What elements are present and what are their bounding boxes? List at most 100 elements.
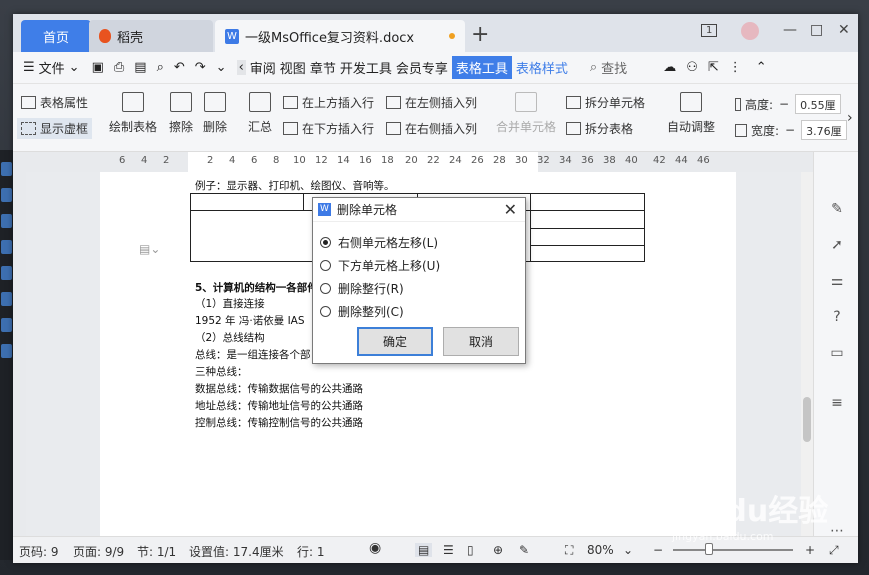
share-icon[interactable]: ⇱ (708, 60, 719, 75)
desktop-icon[interactable] (1, 188, 12, 202)
hamburger-icon[interactable]: ☰ (23, 60, 35, 75)
desktop-icon[interactable] (1, 240, 12, 254)
print-preview-icon[interactable]: ⌕ (157, 60, 164, 75)
row-height-decrement[interactable]: − (779, 97, 789, 111)
option-delete-row[interactable]: 删除整行(R) (320, 280, 404, 297)
new-tab-button[interactable]: + (471, 22, 489, 47)
show-gridlines-button[interactable]: 显示虚框 (17, 118, 93, 139)
option-shift-left[interactable]: 右侧单元格左移(L) (320, 234, 438, 251)
search-icon[interactable]: ⌕ (590, 60, 597, 75)
zoom-level[interactable]: 80% (587, 543, 614, 557)
menu-table-style[interactable]: 表格样式 (516, 58, 568, 77)
zoom-out-button[interactable]: − (653, 543, 663, 557)
zoom-in-button[interactable]: + (805, 543, 815, 557)
menu-chapter[interactable]: 章节 (310, 58, 336, 77)
status-row[interactable]: 行: 1 (297, 543, 325, 560)
help-icon[interactable]: ? (828, 308, 846, 326)
insert-column-right-button[interactable]: 在右侧插入列 (386, 120, 477, 137)
cancel-button[interactable]: 取消 (443, 327, 519, 356)
zoom-dropdown-icon[interactable]: ⌄ (623, 543, 633, 557)
insert-row-above-button[interactable]: 在上方插入行 (283, 94, 374, 111)
tab-daoke[interactable]: 稻壳 (89, 20, 213, 52)
draw-table-button[interactable]: 绘制表格 (109, 92, 157, 135)
more-dropdown-icon[interactable]: ⌄ (216, 60, 227, 75)
close-button[interactable]: ✕ (838, 22, 850, 38)
insert-column-left-button[interactable]: 在左侧插入列 (386, 94, 477, 111)
desktop-icon[interactable] (1, 162, 12, 176)
menu-developer[interactable]: 开发工具 (340, 58, 392, 77)
maximize-button[interactable]: □ (810, 22, 823, 38)
column-width-decrement[interactable]: − (785, 123, 795, 137)
desktop-icon[interactable] (1, 292, 12, 306)
table-properties-button[interactable]: 表格属性 (21, 94, 88, 111)
delete-button[interactable]: 删除 (203, 92, 227, 135)
fit-page-icon[interactable]: ⛶ (565, 543, 573, 558)
split-table-button[interactable]: 拆分表格 (566, 120, 633, 137)
export-pdf-icon[interactable]: ▤ (134, 60, 146, 75)
chevron-down-icon[interactable]: ⌄ (69, 60, 80, 75)
menu-view[interactable]: 视图 (280, 58, 306, 77)
desktop-icon[interactable] (1, 214, 12, 228)
print-icon[interactable]: ⎙ (114, 60, 124, 75)
paragraph-marker-icon[interactable]: ▤⌄ (139, 242, 160, 256)
auto-adjust-button[interactable]: 自动调整 (667, 92, 715, 135)
status-section[interactable]: 节: 1/1 (137, 543, 176, 560)
reading-view-icon[interactable]: ▯ (467, 543, 474, 557)
scroll-left-icon[interactable]: ‹ (236, 60, 246, 75)
column-width-input[interactable]: 3.76厘 (801, 120, 848, 140)
writing-mode-icon[interactable]: ✎ (519, 543, 529, 557)
merge-cells-button[interactable]: 合并单元格 (496, 92, 556, 135)
option-shift-up[interactable]: 下方单元格上移(U) (320, 257, 440, 274)
desktop-icon[interactable] (1, 344, 12, 358)
minimize-button[interactable]: — (783, 22, 797, 38)
avatar[interactable] (741, 22, 759, 40)
zoom-slider-handle[interactable] (705, 543, 713, 555)
summary-button[interactable]: 汇总 (248, 92, 272, 135)
search-label[interactable]: 查找 (601, 58, 627, 77)
menu-file[interactable]: 文件 (39, 58, 65, 77)
desktop-icon[interactable] (1, 266, 12, 280)
scrollbar-thumb[interactable] (803, 397, 811, 442)
status-pages[interactable]: 页面: 9/9 (73, 543, 124, 560)
outline-view-icon[interactable]: ☰ (443, 543, 454, 557)
insert-row-below-button[interactable]: 在下方插入行 (283, 120, 374, 137)
status-page-code[interactable]: 页码: 9 (19, 543, 59, 560)
ribbon-scroll-right-icon[interactable]: › (847, 110, 853, 126)
menu-member[interactable]: 会员专享 (396, 58, 448, 77)
radio-unselected[interactable] (320, 306, 331, 317)
ok-button[interactable]: 确定 (357, 327, 433, 356)
eye-protection-icon[interactable]: ◉ (369, 540, 381, 556)
radio-unselected[interactable] (320, 283, 331, 294)
horizontal-ruler[interactable]: 6 4 2 2 4 6 8 10 12 14 16 18 20 22 24 26… (13, 152, 813, 172)
page-view-icon[interactable]: ▤ (415, 543, 433, 557)
desktop-icon[interactable] (1, 318, 12, 332)
menu-review[interactable]: 审阅 (250, 58, 276, 77)
edit-pen-icon[interactable]: ✎ (828, 200, 846, 218)
tab-home[interactable]: 首页 (21, 20, 91, 52)
save-icon[interactable]: ▣ (92, 60, 104, 75)
more-options-icon[interactable]: ⋮ (729, 60, 742, 75)
menu-table-tools[interactable]: 表格工具 (451, 56, 512, 79)
status-setting[interactable]: 设置值: 17.4厘米 (189, 543, 284, 560)
zoom-slider[interactable] (673, 549, 793, 551)
radio-unselected[interactable] (320, 260, 331, 271)
row-height-input[interactable]: 0.55厘 (795, 94, 842, 114)
undo-icon[interactable]: ↶ (174, 60, 185, 75)
cloud-sync-icon[interactable]: ☁ (663, 60, 676, 75)
document-check-icon[interactable]: ▭ (828, 344, 846, 362)
redo-icon[interactable]: ↷ (195, 60, 206, 75)
text-tools-icon[interactable]: ≡ (828, 394, 846, 412)
vertical-ruler[interactable] (13, 172, 26, 536)
select-cursor-icon[interactable]: ➚ (828, 236, 846, 254)
fullscreen-icon[interactable]: ⤢ (829, 543, 839, 558)
dialog-close-icon[interactable]: ✕ (504, 200, 517, 219)
tab-document[interactable]: W 一级MsOffice复习资料.docx (215, 20, 465, 52)
add-collaborator-icon[interactable]: ⚇ (686, 60, 698, 75)
dialog-title-bar[interactable]: W 删除单元格 ✕ (313, 198, 525, 222)
radio-selected[interactable] (320, 237, 331, 248)
adjust-slider-icon[interactable]: ⚌ (828, 272, 846, 290)
window-count-badge[interactable]: 1 (701, 24, 718, 37)
split-cell-button[interactable]: 拆分单元格 (566, 94, 645, 111)
erase-button[interactable]: 擦除 (169, 92, 193, 135)
collapse-ribbon-icon[interactable]: ⌃ (756, 60, 767, 75)
